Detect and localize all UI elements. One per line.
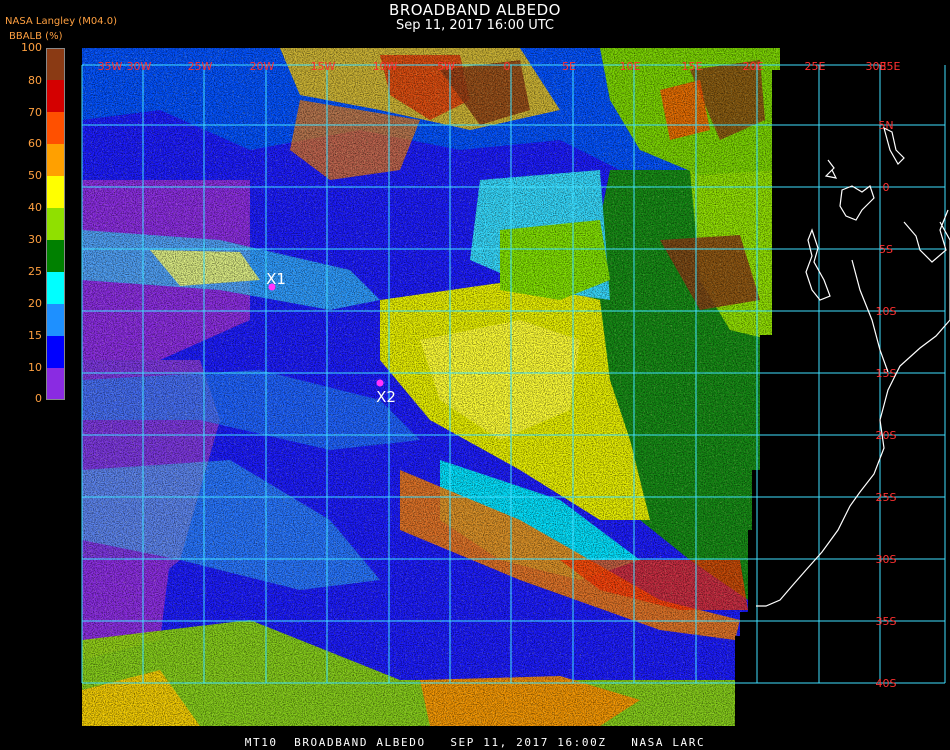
longitude-label: 10E: [620, 60, 641, 73]
latitude-label: 5S: [879, 243, 893, 256]
longitude-label: 35E: [880, 60, 901, 73]
marker-dot: [376, 379, 384, 387]
latitude-label: 10S: [876, 305, 897, 318]
latitude-label: 35S: [876, 615, 897, 628]
albedo-imagery: [82, 48, 780, 726]
longitude-label: 25W: [188, 60, 213, 73]
latitude-label: 25S: [876, 491, 897, 504]
longitude-label: 15E: [682, 60, 703, 73]
marker-label: X2: [376, 388, 396, 406]
longitude-label: 5W: [437, 60, 455, 73]
longitude-label: 20W: [250, 60, 275, 73]
footer-caption: MT10 BROADBAND ALBEDO SEP 11, 2017 16:00…: [244, 736, 706, 749]
longitude-label: 5E: [562, 60, 576, 73]
longitude-label: 30W: [127, 60, 152, 73]
coastline-gulf: [883, 126, 905, 165]
latitude-label: 0: [883, 181, 890, 194]
latitude-label: 20S: [876, 429, 897, 442]
longitude-label: 10W: [373, 60, 398, 73]
satellite-map[interactable]: 30W 25W 20W 15W 10W 5W 0 5E 10E 15E 20E 25E 30E35E35…: [0, 0, 950, 750]
marker-label: X1: [266, 270, 286, 288]
latitude-label: 30S: [876, 553, 897, 566]
latitude-label: 40S: [876, 677, 897, 690]
longitude-label: 15W: [311, 60, 336, 73]
longitude-label: 0: [504, 60, 511, 73]
latitude-label: 5N: [878, 119, 893, 132]
coastline-east-africa: [756, 159, 950, 607]
coastline-lake: [839, 185, 875, 221]
longitude-label: 20E: [743, 60, 764, 73]
longitude-label: 35W: [98, 60, 123, 73]
coastline: [756, 126, 950, 607]
longitude-label: 25E: [805, 60, 826, 73]
